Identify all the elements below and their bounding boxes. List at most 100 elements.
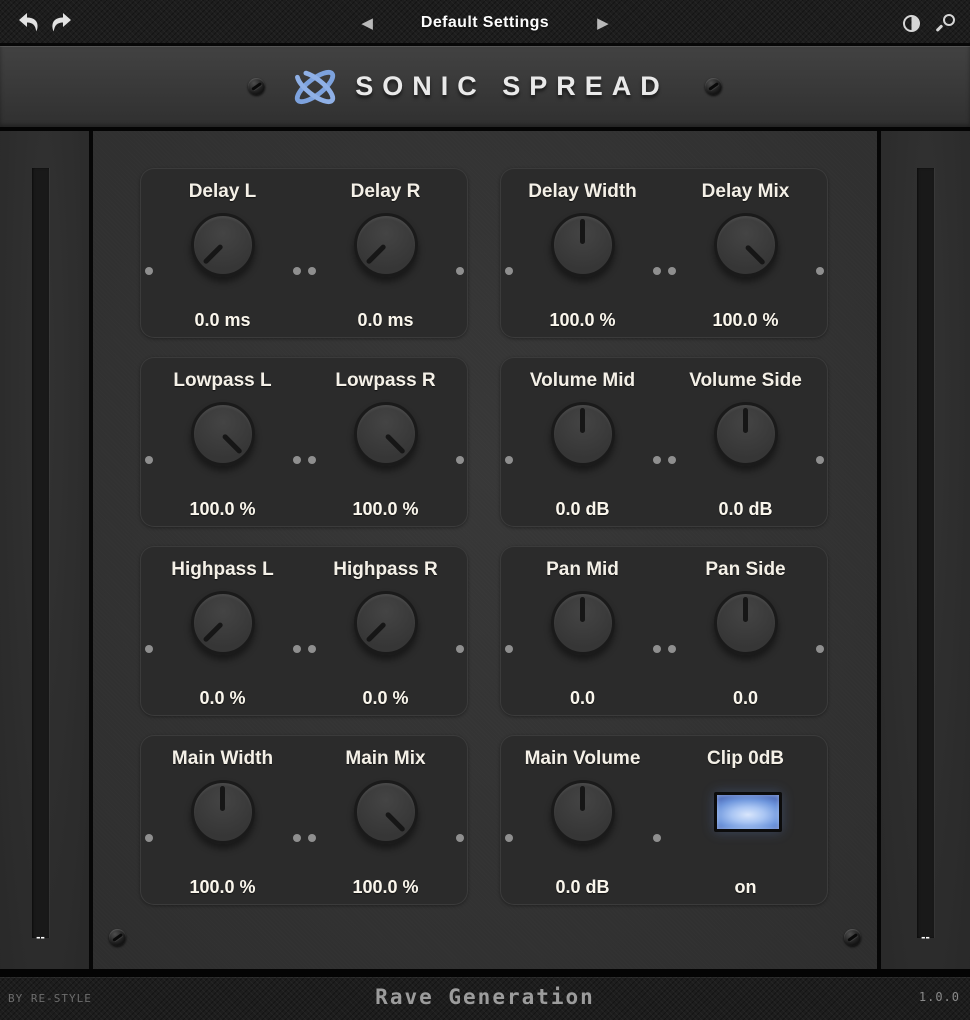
knob-pointer: [194, 783, 252, 841]
highpass-l-knob[interactable]: [191, 591, 255, 655]
highpass-r-label: Highpass R: [333, 558, 438, 582]
knob-pointer: [554, 783, 612, 841]
magnifier-icon: [936, 13, 956, 33]
knob-pointer: [181, 204, 263, 286]
pan-mid-value: 0.0: [570, 688, 595, 709]
knob-min-dot: [505, 456, 513, 464]
control-group: Delay L 0.0 ms Delay R 0.0 ms: [140, 168, 468, 338]
knob-min-dot: [308, 834, 316, 842]
highpass-r-knob[interactable]: [354, 591, 418, 655]
knob-min-dot: [505, 267, 513, 275]
delay-width-value: 100.0 %: [549, 310, 615, 331]
volume-mid-label: Volume Mid: [530, 369, 635, 393]
preset-prev-button[interactable]: ◀: [359, 14, 375, 33]
preset-name[interactable]: Default Settings: [421, 14, 549, 32]
knob-min-dot: [308, 456, 316, 464]
lowpass-l-label: Lowpass L: [173, 369, 271, 393]
knob-min-dot: [145, 267, 153, 275]
lowpass-l-knob[interactable]: [191, 402, 255, 466]
delay-width-knob[interactable]: [551, 213, 615, 277]
control-group: Main Volume 0.0 dB Clip 0dB on: [500, 735, 828, 905]
knob-max-dot: [653, 834, 661, 842]
delay-l-knob[interactable]: [191, 213, 255, 277]
control-group: Highpass L 0.0 % Highpass R 0.0 %: [140, 546, 468, 716]
knob-max-dot: [816, 645, 824, 653]
pan-side-value: 0.0: [733, 688, 758, 709]
knob-pointer: [554, 594, 612, 652]
knob-max-dot: [816, 267, 824, 275]
volume-mid-value: 0.0 dB: [555, 499, 609, 520]
knob-pointer: [181, 582, 263, 664]
knob-min-dot: [505, 645, 513, 653]
footer: BY RE-STYLE Rave Generation 1.0.0: [0, 977, 970, 1020]
clip-0db-label: Clip 0dB: [707, 747, 784, 771]
volume-side-knob[interactable]: [714, 402, 778, 466]
main-volume-label: Main Volume: [525, 747, 641, 771]
lowpass-l-value: 100.0 %: [189, 499, 255, 520]
pan-side-knob[interactable]: [714, 591, 778, 655]
knob-max-dot: [653, 456, 661, 464]
highpass-l-label: Highpass L: [171, 558, 273, 582]
delay-mix-knob[interactable]: [714, 213, 778, 277]
knob-min-dot: [505, 834, 513, 842]
clip-0db-control: Clip 0dB on: [664, 736, 827, 904]
separator: [0, 969, 970, 977]
lowpass-r-label: Lowpass R: [335, 369, 435, 393]
knob-min-dot: [145, 645, 153, 653]
control-group: Lowpass L 100.0 % Lowpass R 100.0 %: [140, 357, 468, 527]
knob-min-dot: [668, 645, 676, 653]
knob-min-dot: [308, 645, 316, 653]
body-area: -- Delay L 0.0 ms Delay R 0.0 ms Delay W…: [0, 131, 970, 969]
knob-max-dot: [456, 267, 464, 275]
delay-r-knob[interactable]: [354, 213, 418, 277]
product-name: Rave Generation: [0, 985, 970, 1009]
knob-pointer: [717, 594, 775, 652]
highpass-r-control: Highpass R 0.0 %: [304, 547, 467, 715]
clip-0db-toggle[interactable]: [714, 792, 782, 832]
knob-min-dot: [308, 267, 316, 275]
main-panel: Delay L 0.0 ms Delay R 0.0 ms Delay Widt…: [93, 131, 877, 969]
pan-side-control: Pan Side 0.0: [664, 547, 827, 715]
knob-pointer: [344, 393, 426, 475]
delay-l-label: Delay L: [189, 180, 257, 204]
lowpass-r-value: 100.0 %: [352, 499, 418, 520]
main-width-knob[interactable]: [191, 780, 255, 844]
level-meter-right: [917, 168, 934, 938]
undo-button[interactable]: [14, 8, 44, 38]
knob-max-dot: [456, 834, 464, 842]
pan-mid-control: Pan Mid 0.0: [501, 547, 664, 715]
clip-0db-value: on: [735, 877, 757, 898]
main-mix-knob[interactable]: [354, 780, 418, 844]
main-width-label: Main Width: [172, 747, 273, 771]
meter-readout-left: --: [32, 930, 49, 943]
knob-max-dot: [816, 456, 824, 464]
knob-pointer: [704, 204, 786, 286]
lowpass-r-knob[interactable]: [354, 402, 418, 466]
lowpass-r-control: Lowpass R 100.0 %: [304, 358, 467, 526]
control-group: Main Width 100.0 % Main Mix 100.0 %: [140, 735, 468, 905]
delay-mix-value: 100.0 %: [712, 310, 778, 331]
volume-mid-knob[interactable]: [551, 402, 615, 466]
control-group: Volume Mid 0.0 dB Volume Side 0.0 dB: [500, 357, 828, 527]
pan-mid-knob[interactable]: [551, 591, 615, 655]
knob-max-dot: [293, 834, 301, 842]
zoom-button[interactable]: [934, 11, 958, 35]
delay-r-control: Delay R 0.0 ms: [304, 169, 467, 337]
preset-next-button[interactable]: ▶: [595, 14, 611, 33]
knob-max-dot: [293, 267, 301, 275]
pan-side-label: Pan Side: [705, 558, 785, 582]
main-volume-knob[interactable]: [551, 780, 615, 844]
level-meter-left: [32, 168, 49, 938]
delay-mix-label: Delay Mix: [702, 180, 790, 204]
redo-icon: [48, 10, 74, 36]
delay-l-control: Delay L 0.0 ms: [141, 169, 304, 337]
redo-button[interactable]: [46, 8, 76, 38]
preset-navigator: ◀ Default Settings ▶: [359, 0, 610, 46]
knob-min-dot: [145, 456, 153, 464]
knob-max-dot: [293, 645, 301, 653]
meter-panel-left: --: [0, 131, 89, 969]
main-volume-control: Main Volume 0.0 dB: [501, 736, 664, 904]
contrast-theme-button[interactable]: [899, 11, 923, 35]
undo-icon: [16, 10, 42, 36]
volume-side-control: Volume Side 0.0 dB: [664, 358, 827, 526]
